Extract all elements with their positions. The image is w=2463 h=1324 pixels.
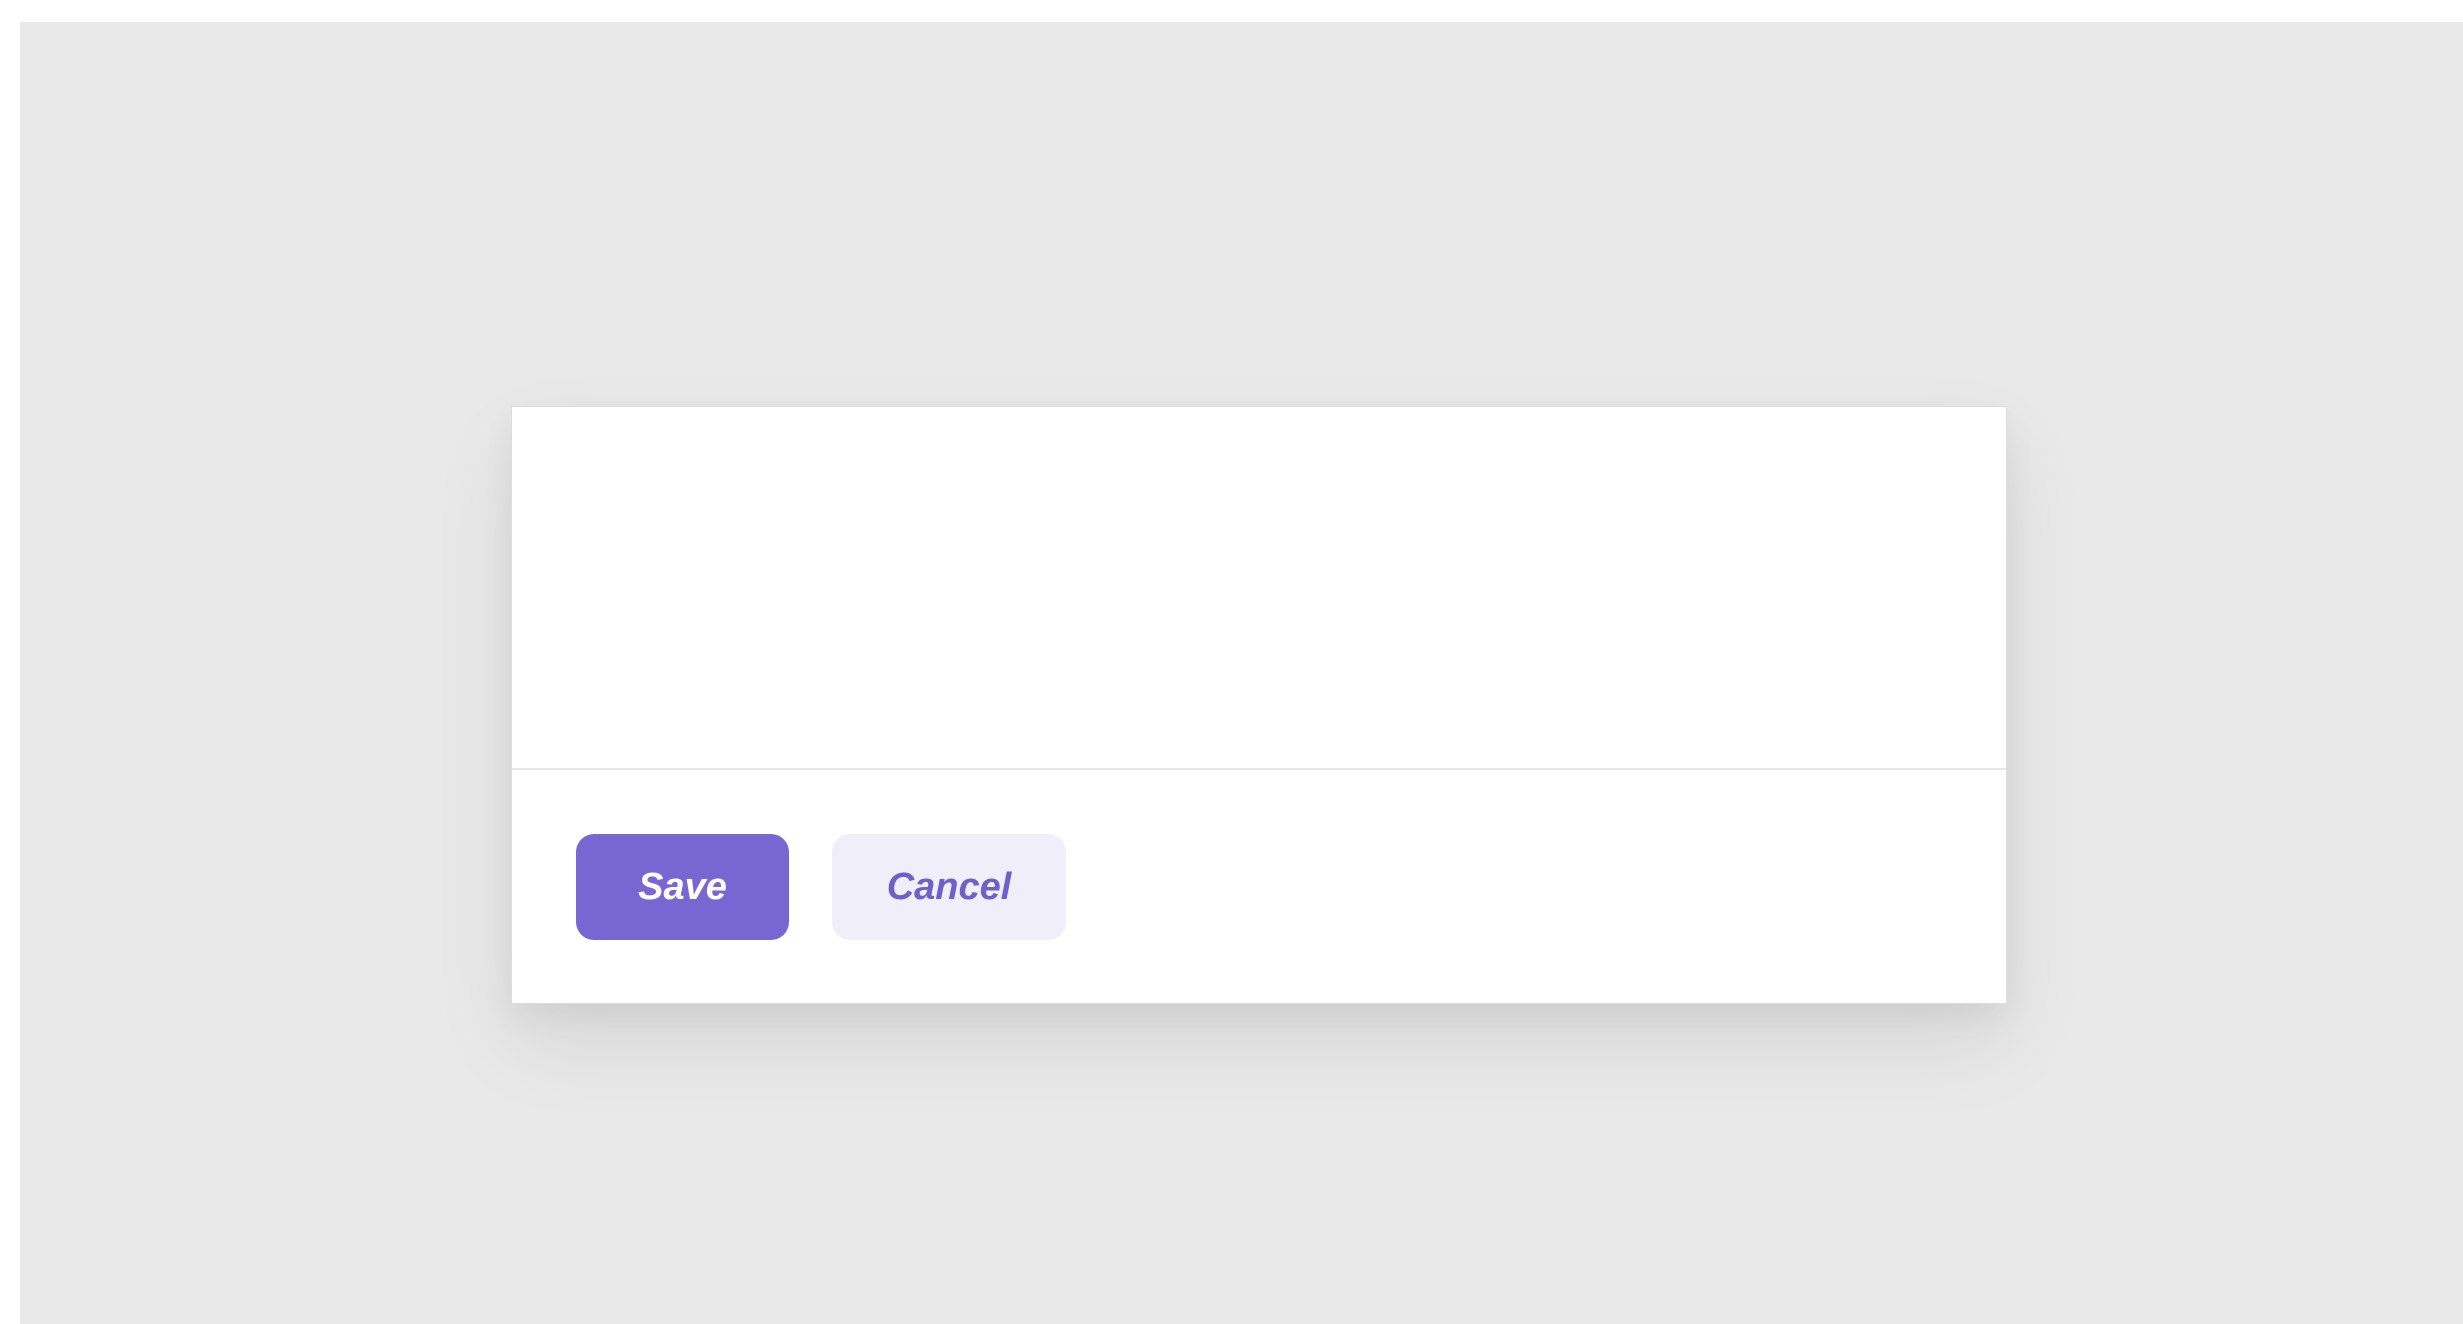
cancel-button[interactable]: Cancel bbox=[832, 834, 1066, 940]
save-button[interactable]: Save bbox=[576, 834, 789, 940]
dialog-footer: Save Cancel bbox=[512, 770, 2006, 1003]
page-backdrop: Save Cancel bbox=[20, 22, 2463, 1324]
dialog: Save Cancel bbox=[511, 406, 2007, 1004]
dialog-body bbox=[512, 407, 2006, 768]
